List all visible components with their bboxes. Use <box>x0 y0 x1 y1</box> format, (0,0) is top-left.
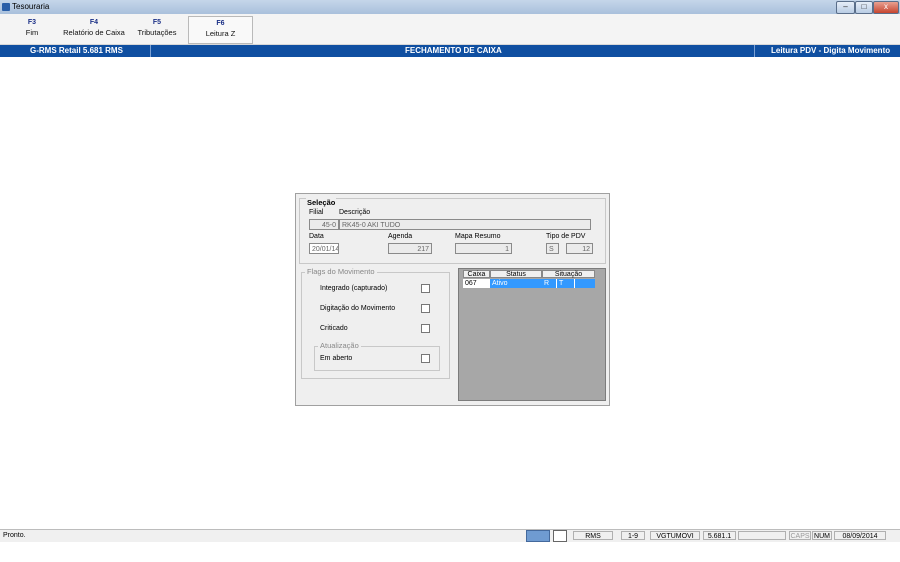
status-version: 5.681.1 <box>703 531 736 540</box>
f6-leitura-z-button[interactable]: F6 Leitura Z <box>188 16 253 44</box>
status-num: NUM <box>812 531 832 540</box>
status-bar: Pronto. RMS 1-9 VGTUMOVI 5.681.1 CAPS NU… <box>0 529 900 542</box>
grid-cell-situacao-3[interactable] <box>575 279 595 288</box>
atualizacao-group: Atualização Em aberto <box>314 341 440 371</box>
caixa-grid[interactable]: Caixa Status Situação 067 Ativo R T <box>458 268 606 401</box>
header-screen-title: FECHAMENTO DE CAIXA <box>405 46 502 55</box>
agenda-field[interactable]: 217 <box>388 243 432 254</box>
status-text: Pronto. <box>3 532 26 539</box>
mapa-resumo-label: Mapa Resumo <box>455 233 501 240</box>
descricao-label: Descrição <box>339 209 371 216</box>
app-icon <box>2 3 10 11</box>
status-rms: RMS <box>573 531 613 540</box>
fkey-code: F6 <box>216 20 225 27</box>
status-caps: CAPS <box>789 531 811 540</box>
grid-header-caixa[interactable]: Caixa <box>463 270 490 278</box>
header-divider <box>150 45 151 57</box>
atualizacao-title: Atualização <box>318 341 361 350</box>
header-system-label: G-RMS Retail 5.681 RMS <box>30 46 123 55</box>
fkey-code: F4 <box>89 19 99 26</box>
em-aberto-checkbox[interactable] <box>421 354 430 363</box>
fkey-label: Relatório de Caixa <box>63 28 125 37</box>
f3-fim-button[interactable]: F3 Fim <box>14 16 50 42</box>
grid-cell-caixa[interactable]: 067 <box>463 279 490 288</box>
header-bar: G-RMS Retail 5.681 RMS FECHAMENTO DE CAI… <box>0 45 900 57</box>
tipo-pdv-label: Tipo de PDV <box>546 233 586 240</box>
grid-header-status[interactable]: Status <box>490 270 542 278</box>
criticado-checkbox[interactable] <box>421 324 430 333</box>
filial-field[interactable]: 45-0 <box>309 219 339 230</box>
header-divider <box>754 45 755 57</box>
digitacao-checkbox[interactable] <box>421 304 430 313</box>
f4-relatorio-button[interactable]: F4 Relatório de Caixa <box>60 16 128 42</box>
window-title: Tesouraria <box>12 2 50 11</box>
grid-cell-situacao-1[interactable]: R <box>542 279 557 288</box>
integrado-checkbox[interactable] <box>421 284 430 293</box>
tipo-pdv-number-field[interactable]: 12 <box>566 243 593 254</box>
mapa-resumo-field[interactable]: 1 <box>455 243 512 254</box>
agenda-label: Agenda <box>388 233 413 240</box>
function-key-toolbar: F3 Fim F4 Relatório de Caixa F5 Tributaç… <box>0 14 900 45</box>
fkey-label: Leitura Z <box>205 29 236 38</box>
fkey-label: Fim <box>25 28 39 37</box>
selecao-group: Seleção Filial Descrição 45-0 RK45-0 AKI… <box>299 198 606 264</box>
status-program: VGTUMOVI <box>650 531 700 540</box>
data-label: Data <box>309 233 324 240</box>
status-date: 08/09/2014 <box>834 531 886 540</box>
digitacao-label: Digitação do Movimento <box>320 305 396 312</box>
close-button[interactable]: x <box>873 1 899 14</box>
tipo-pdv-code-field[interactable]: S <box>546 243 559 254</box>
maximize-button[interactable]: □ <box>855 1 873 14</box>
filial-label: Filial <box>309 209 324 216</box>
selecao-title: Seleção <box>306 198 337 207</box>
integrado-label: Integrado (capturado) <box>320 285 388 292</box>
fechamento-panel: Seleção Filial Descrição 45-0 RK45-0 AKI… <box>295 193 610 406</box>
f5-tributacoes-button[interactable]: F5 Tributações <box>134 16 180 42</box>
criticado-label: Criticado <box>320 325 348 332</box>
header-mode-label: Leitura PDV - Digita Movimento <box>771 46 891 55</box>
status-empty-panel <box>738 531 786 540</box>
fkey-label: Tributações <box>137 28 177 37</box>
grid-cell-situacao-2[interactable]: T <box>557 279 575 288</box>
status-range: 1-9 <box>621 531 645 540</box>
keyboard-icon <box>526 530 550 542</box>
fkey-code: F3 <box>27 19 37 26</box>
em-aberto-label: Em aberto <box>320 355 353 362</box>
flags-movimento-group: Flags do Movimento Integrado (capturado)… <box>301 267 450 379</box>
document-icon <box>553 530 567 542</box>
flags-movimento-title: Flags do Movimento <box>305 267 377 276</box>
grid-cell-status[interactable]: Ativo <box>490 279 542 288</box>
minimize-button[interactable]: – <box>836 1 855 14</box>
fkey-code: F5 <box>152 19 162 26</box>
data-field[interactable]: 20/01/14 <box>309 243 339 254</box>
descricao-field[interactable]: RK45-0 AKI TUDO <box>339 219 591 230</box>
title-bar: Tesouraria – □ x <box>0 0 900 14</box>
grid-header-situacao[interactable]: Situação <box>542 270 595 278</box>
